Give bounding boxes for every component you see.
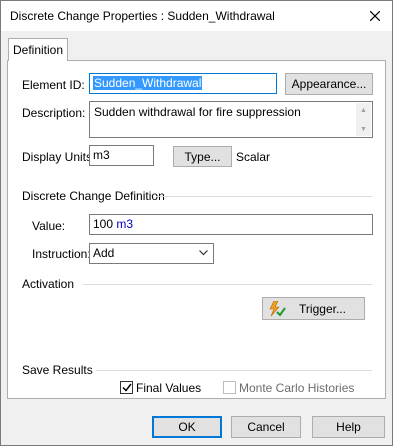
- type-value: Scalar: [236, 150, 271, 164]
- display-units-input[interactable]: m3: [89, 145, 154, 166]
- value-input[interactable]: 100 m3: [89, 214, 373, 235]
- description-input[interactable]: Sudden withdrawal for fire suppression ▲…: [89, 101, 373, 138]
- close-button[interactable]: [364, 5, 386, 27]
- window-title: Discrete Change Properties : Sudden_With…: [10, 9, 275, 23]
- scroll-down-icon[interactable]: ▼: [356, 122, 371, 136]
- appearance-button[interactable]: Appearance...: [285, 73, 373, 95]
- tab-definition[interactable]: Definition: [8, 38, 68, 61]
- description-label: Description:: [22, 106, 86, 120]
- activation-divider: [83, 284, 372, 285]
- trigger-icon: [269, 301, 286, 317]
- final-values-checkbox[interactable]: [120, 381, 133, 394]
- element-id-input[interactable]: Sudden_Withdrawal: [89, 73, 277, 94]
- instruction-select[interactable]: Add: [89, 243, 214, 264]
- scroll-up-icon[interactable]: ▲: [356, 103, 371, 117]
- monte-carlo-label: Monte Carlo Histories: [239, 381, 355, 395]
- save-results-divider: [96, 370, 372, 371]
- definition-panel: Element ID: Sudden_Withdrawal Appearance…: [7, 60, 386, 399]
- element-id-label: Element ID:: [22, 78, 85, 92]
- help-button[interactable]: Help: [312, 416, 385, 438]
- instruction-label: Instruction:: [32, 247, 91, 261]
- activation-section-label: Activation: [22, 277, 75, 291]
- save-results-section-label: Save Results: [22, 363, 93, 377]
- properties-dialog: Discrete Change Properties : Sudden_With…: [0, 0, 393, 446]
- ok-button[interactable]: OK: [152, 416, 222, 438]
- trigger-button[interactable]: Trigger...: [262, 297, 365, 320]
- chevron-down-icon: [199, 250, 208, 256]
- title-bar: Discrete Change Properties : Sudden_With…: [1, 1, 392, 31]
- monte-carlo-checkbox[interactable]: [223, 381, 236, 394]
- type-button[interactable]: Type...: [173, 146, 232, 167]
- close-icon: [370, 11, 380, 21]
- checkmark-icon: [121, 383, 132, 392]
- value-label: Value:: [32, 219, 66, 233]
- final-values-label: Final Values: [136, 381, 202, 395]
- discrete-change-divider: [156, 196, 372, 197]
- cancel-button[interactable]: Cancel: [231, 416, 301, 438]
- description-scrollbar[interactable]: ▲ ▼: [356, 103, 371, 136]
- display-units-label: Display Units:: [22, 150, 96, 164]
- discrete-change-section-label: Discrete Change Definition: [22, 189, 165, 203]
